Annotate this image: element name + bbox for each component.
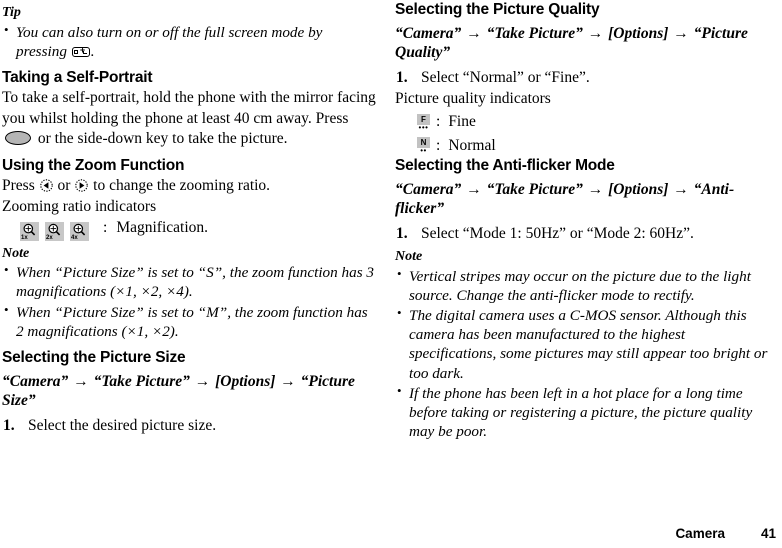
footer-chapter-name: Camera [675, 526, 725, 541]
normal-colon: : [436, 136, 441, 154]
arrow-icon: → [73, 373, 89, 391]
arrow-icon: → [280, 373, 296, 391]
zoom-indicator-row: 1x 2x 4x : Magnification. [2, 218, 377, 242]
normal-quality-dots: •• [420, 146, 427, 156]
picture-size-path: “Camera” → “Take Picture” → [Options] → … [2, 373, 377, 411]
nav-left-key-icon [39, 178, 53, 192]
tip-bullet-period: . [90, 42, 95, 60]
manual-page: Tip You can also turn on or off the full… [0, 0, 782, 548]
arrow-icon: → [466, 181, 482, 199]
quality-indicator-fine-row: F ••• : Fine [395, 112, 776, 132]
magnification-label: Magnification. [116, 218, 208, 236]
magnifier-2x-icon: 2x [45, 221, 64, 242]
picture-quality-steps: Select “Normal” or “Fine”. [395, 68, 776, 88]
nav-right-key-icon [75, 178, 89, 192]
anti-flicker-steps: Select “Mode 1: 50Hz” or “Mode 2: 60Hz”. [395, 224, 776, 244]
right-column: Selecting the Picture Quality “Camera” →… [391, 0, 782, 441]
path-step-options: [Options] [608, 181, 669, 199]
center-key-icon [5, 130, 31, 145]
picture-quality-path: “Camera” → “Take Picture” → [Options] → … [395, 25, 776, 63]
path-step-take-picture: “Take Picture” [93, 373, 190, 391]
quality-indicator-normal-row: N •• : Normal [395, 136, 776, 156]
normal-quality-icon: N •• [417, 137, 430, 156]
left-column: Tip You can also turn on or off the full… [0, 0, 391, 436]
magnifier-1x-label: 1x [21, 235, 28, 242]
footer-page-number: 41 [760, 526, 776, 541]
arrow-icon: → [587, 181, 604, 199]
list-item: When “Picture Size” is set to “M”, the z… [2, 302, 377, 341]
magnifier-4x-icon: 4x [70, 221, 89, 242]
path-step-options: [Options] [608, 25, 669, 43]
path-step-take-picture: “Take Picture” [486, 25, 583, 43]
zoom-press-text-1: Press [2, 177, 35, 195]
zoom-press-text-2: to change the zooming ratio. [93, 177, 271, 195]
zoom-indicators-label: Zooming ratio indicators [2, 198, 157, 216]
arrow-icon: → [587, 25, 604, 43]
quality-indicators-label: Picture quality indicators [395, 90, 551, 108]
heading-selecting-the-anti-flicker-mode: Selecting the Anti-flicker Mode [395, 156, 615, 174]
fullscreen-key-icon [71, 45, 90, 57]
list-item: Select “Normal” or “Fine”. [396, 68, 590, 88]
magnifier-4x-label: 4x [71, 235, 78, 242]
path-step-camera: “Camera” [395, 181, 462, 199]
self-portrait-text-1: To take a self-portrait, hold the phone … [2, 89, 376, 127]
tip-heading: Tip [2, 5, 21, 20]
fine-quality-dots: ••• [418, 123, 429, 133]
left-note-list: When “Picture Size” is set to “S”, the z… [2, 262, 377, 341]
list-item: The digital camera uses a C-MOS sensor. … [395, 305, 776, 383]
arrow-icon: → [673, 181, 689, 199]
path-step-take-picture: “Take Picture” [486, 181, 583, 199]
arrow-icon: → [673, 25, 689, 43]
path-step-options: [Options] [215, 373, 276, 391]
path-step-camera: “Camera” [2, 373, 69, 391]
list-item: Select the desired picture size. [3, 416, 217, 436]
arrow-icon: → [466, 25, 482, 43]
picture-size-steps: Select the desired picture size. [2, 416, 377, 436]
fine-label: Fine [448, 113, 476, 131]
fine-colon: : [436, 113, 441, 131]
tip-bullet-list: You can also turn on or off the full scr… [2, 22, 377, 61]
self-portrait-paragraph: To take a self-portrait, hold the phone … [2, 88, 377, 148]
list-item: When “Picture Size” is set to “S”, the z… [2, 262, 377, 301]
heading-selecting-the-picture-size: Selecting the Picture Size [2, 348, 186, 366]
zoom-press-paragraph: Press or to change the zooming ratio. [2, 176, 377, 196]
right-note-list: Vertical stripes may occur on the pictur… [395, 266, 776, 441]
right-note-heading: Note [395, 249, 423, 265]
heading-using-the-zoom-function: Using the Zoom Function [2, 156, 185, 174]
zoom-press-or: or [57, 177, 71, 195]
anti-flicker-path: “Camera” → “Take Picture” → [Options] → … [395, 181, 776, 219]
list-item: You can also turn on or off the full scr… [2, 22, 377, 61]
two-column-body: Tip You can also turn on or off the full… [0, 0, 782, 441]
path-step-camera: “Camera” [395, 25, 462, 43]
list-item: Vertical stripes may occur on the pictur… [395, 266, 776, 305]
list-item: Select “Mode 1: 50Hz” or “Mode 2: 60Hz”. [396, 224, 694, 244]
fine-quality-icon: F ••• [417, 114, 430, 133]
heading-selecting-the-picture-quality: Selecting the Picture Quality [395, 1, 600, 18]
self-portrait-text-2: or the side-down key to take the picture… [37, 129, 288, 147]
normal-label: Normal [448, 136, 496, 154]
tip-bullet-text: You can also turn on or off the full scr… [16, 23, 323, 60]
left-note-heading: Note [2, 245, 30, 261]
page-footer: Camera 41 [0, 526, 776, 541]
list-item: If the phone has been left in a hot plac… [395, 383, 776, 441]
magnifier-1x-icon: 1x [20, 221, 39, 242]
heading-taking-a-self-portrait: Taking a Self-Portrait [2, 69, 153, 87]
magnifier-2x-label: 2x [46, 235, 53, 242]
arrow-icon: → [194, 373, 211, 391]
magnification-colon: : [103, 218, 108, 236]
